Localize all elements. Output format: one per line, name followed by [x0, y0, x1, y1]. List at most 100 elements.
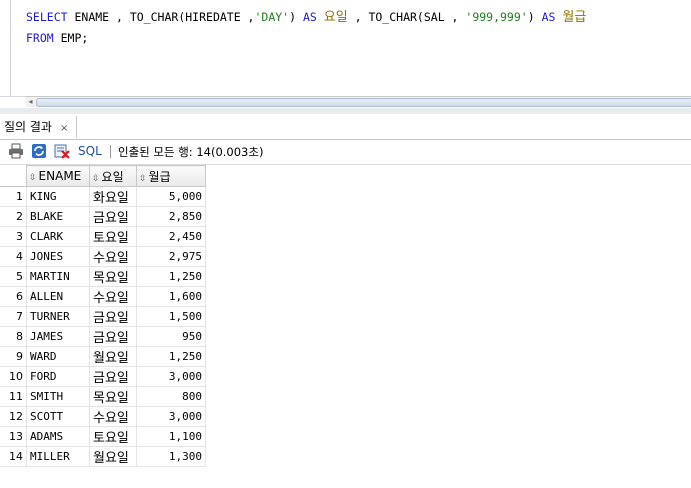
- cell-ename[interactable]: JONES: [26, 246, 90, 267]
- sql-button[interactable]: SQL: [78, 144, 102, 158]
- cell-ename[interactable]: SCOTT: [26, 406, 90, 427]
- code-text: ): [527, 10, 542, 24]
- cell-ename[interactable]: MARTIN: [26, 266, 90, 287]
- code-text: , TO_CHAR(SAL ,: [347, 10, 466, 24]
- cell-ename[interactable]: SMITH: [26, 386, 90, 407]
- cell-day[interactable]: 수요일: [89, 246, 137, 267]
- cell-salary[interactable]: 3,000: [136, 366, 206, 387]
- row-number: 14: [0, 446, 27, 467]
- cell-day[interactable]: 목요일: [89, 266, 137, 287]
- cell-day[interactable]: 월요일: [89, 446, 137, 467]
- cell-ename[interactable]: ADAMS: [26, 426, 90, 447]
- cell-ename[interactable]: TURNER: [26, 306, 90, 327]
- row-number: 13: [0, 426, 27, 447]
- tab-query-result[interactable]: 질의 결과 ×: [0, 116, 78, 138]
- table-row[interactable]: 2 BLAKE 금요일 2,850: [0, 206, 206, 227]
- scrollbar-thumb[interactable]: [36, 98, 691, 107]
- cell-salary[interactable]: 800: [136, 386, 206, 407]
- row-number: 2: [0, 206, 27, 227]
- sql-editor[interactable]: SELECT ENAME , TO_CHAR(HIREDATE ,'DAY') …: [0, 0, 691, 97]
- code-text: EMP;: [53, 31, 89, 45]
- cell-day[interactable]: 화요일: [89, 186, 137, 207]
- refresh-icon[interactable]: [31, 143, 47, 159]
- close-icon[interactable]: ×: [60, 123, 68, 134]
- cell-salary[interactable]: 3,000: [136, 406, 206, 427]
- code-line-1: SELECT ENAME , TO_CHAR(HIREDATE ,'DAY') …: [26, 7, 586, 28]
- cell-day[interactable]: 토요일: [89, 426, 137, 447]
- cell-salary[interactable]: 1,250: [136, 266, 206, 287]
- table-row[interactable]: 7 TURNER 금요일 1,500: [0, 306, 206, 327]
- table-row[interactable]: 14 MILLER 월요일 1,300: [0, 446, 206, 467]
- row-number: 6: [0, 286, 27, 307]
- cell-day[interactable]: 토요일: [89, 226, 137, 247]
- cell-salary[interactable]: 1,100: [136, 426, 206, 447]
- cell-ename[interactable]: JAMES: [26, 326, 90, 347]
- cell-ename[interactable]: KING: [26, 186, 90, 207]
- cell-day[interactable]: 금요일: [89, 306, 137, 327]
- table-row[interactable]: 10 FORD 금요일 3,000: [0, 366, 206, 387]
- sort-icon[interactable]: ⇳: [92, 174, 100, 184]
- toolbar-divider: [110, 145, 111, 158]
- cell-day[interactable]: 수요일: [89, 406, 137, 427]
- row-number: 3: [0, 226, 27, 247]
- string-literal: 'DAY': [254, 10, 290, 24]
- sort-icon[interactable]: ⇳: [139, 174, 147, 184]
- column-header-ename[interactable]: ⇳ ENAME: [26, 165, 90, 187]
- cell-day[interactable]: 금요일: [89, 206, 137, 227]
- cell-ename[interactable]: WARD: [26, 346, 90, 367]
- cell-salary[interactable]: 5,000: [136, 186, 206, 207]
- keyword-from: FROM: [26, 31, 54, 45]
- cell-day[interactable]: 월요일: [89, 346, 137, 367]
- alias-salary: 월급: [562, 10, 587, 25]
- row-number: 9: [0, 346, 27, 367]
- table-row[interactable]: 1 KING 화요일 5,000: [0, 186, 206, 207]
- cell-salary[interactable]: 950: [136, 326, 206, 347]
- cell-ename[interactable]: FORD: [26, 366, 90, 387]
- table-row[interactable]: 8 JAMES 금요일 950: [0, 326, 206, 347]
- cell-day[interactable]: 금요일: [89, 366, 137, 387]
- table-row[interactable]: 4 JONES 수요일 2,975: [0, 246, 206, 267]
- fetch-status: 인출된 모든 행: 14(0.003초): [118, 145, 264, 159]
- sql-code[interactable]: SELECT ENAME , TO_CHAR(HIREDATE ,'DAY') …: [26, 7, 586, 49]
- keyword-as: AS: [302, 10, 317, 24]
- row-number: 7: [0, 306, 27, 327]
- cell-day[interactable]: 수요일: [89, 286, 137, 307]
- table-row[interactable]: 13 ADAMS 토요일 1,100: [0, 426, 206, 447]
- table-row[interactable]: 12 SCOTT 수요일 3,000: [0, 406, 206, 427]
- table-row[interactable]: 9 WARD 월요일 1,250: [0, 346, 206, 367]
- row-number: 10: [0, 366, 27, 387]
- tab-label: 질의 결과: [4, 120, 52, 134]
- code-text: ENAME , TO_CHAR(HIREDATE ,: [67, 10, 255, 24]
- scroll-left-icon[interactable]: ◂: [26, 97, 35, 107]
- cell-salary[interactable]: 1,300: [136, 446, 206, 467]
- sort-icon[interactable]: ⇳: [29, 173, 37, 183]
- cell-day[interactable]: 금요일: [89, 326, 137, 347]
- grid-body: 1 KING 화요일 5,000 2 BLAKE 금요일 2,850 3 CLARK 토요일 2,45…: [0, 186, 206, 467]
- results-grid: ⇳ ENAME ⇳ 요일 ⇳ 월급 1 KING 화요일 5,000 2 BLAKE 금요일 2,8…: [0, 165, 206, 467]
- cell-salary[interactable]: 2,975: [136, 246, 206, 267]
- horizontal-scrollbar[interactable]: ◂: [26, 96, 691, 107]
- cell-ename[interactable]: MILLER: [26, 446, 90, 467]
- cell-ename[interactable]: BLAKE: [26, 206, 90, 227]
- table-row[interactable]: 11 SMITH 목요일 800: [0, 386, 206, 407]
- cell-day[interactable]: 목요일: [89, 386, 137, 407]
- row-number: 5: [0, 266, 27, 287]
- column-header-day[interactable]: ⇳ 요일: [89, 165, 137, 187]
- keyword-select: SELECT: [26, 10, 68, 24]
- table-row[interactable]: 5 MARTIN 목요일 1,250: [0, 266, 206, 287]
- table-row[interactable]: 6 ALLEN 수요일 1,600: [0, 286, 206, 307]
- cell-salary[interactable]: 2,850: [136, 206, 206, 227]
- row-number: 4: [0, 246, 27, 267]
- cell-salary[interactable]: 1,600: [136, 286, 206, 307]
- cell-ename[interactable]: ALLEN: [26, 286, 90, 307]
- row-number: 1: [0, 186, 27, 207]
- cell-salary[interactable]: 1,500: [136, 306, 206, 327]
- cell-ename[interactable]: CLARK: [26, 226, 90, 247]
- column-header-salary[interactable]: ⇳ 월급: [136, 165, 206, 187]
- table-row[interactable]: 3 CLARK 토요일 2,450: [0, 226, 206, 247]
- cell-salary[interactable]: 2,450: [136, 226, 206, 247]
- cell-salary[interactable]: 1,250: [136, 346, 206, 367]
- print-icon[interactable]: [8, 143, 24, 159]
- code-line-2: FROM EMP;: [26, 28, 586, 49]
- delete-icon[interactable]: [54, 143, 70, 159]
